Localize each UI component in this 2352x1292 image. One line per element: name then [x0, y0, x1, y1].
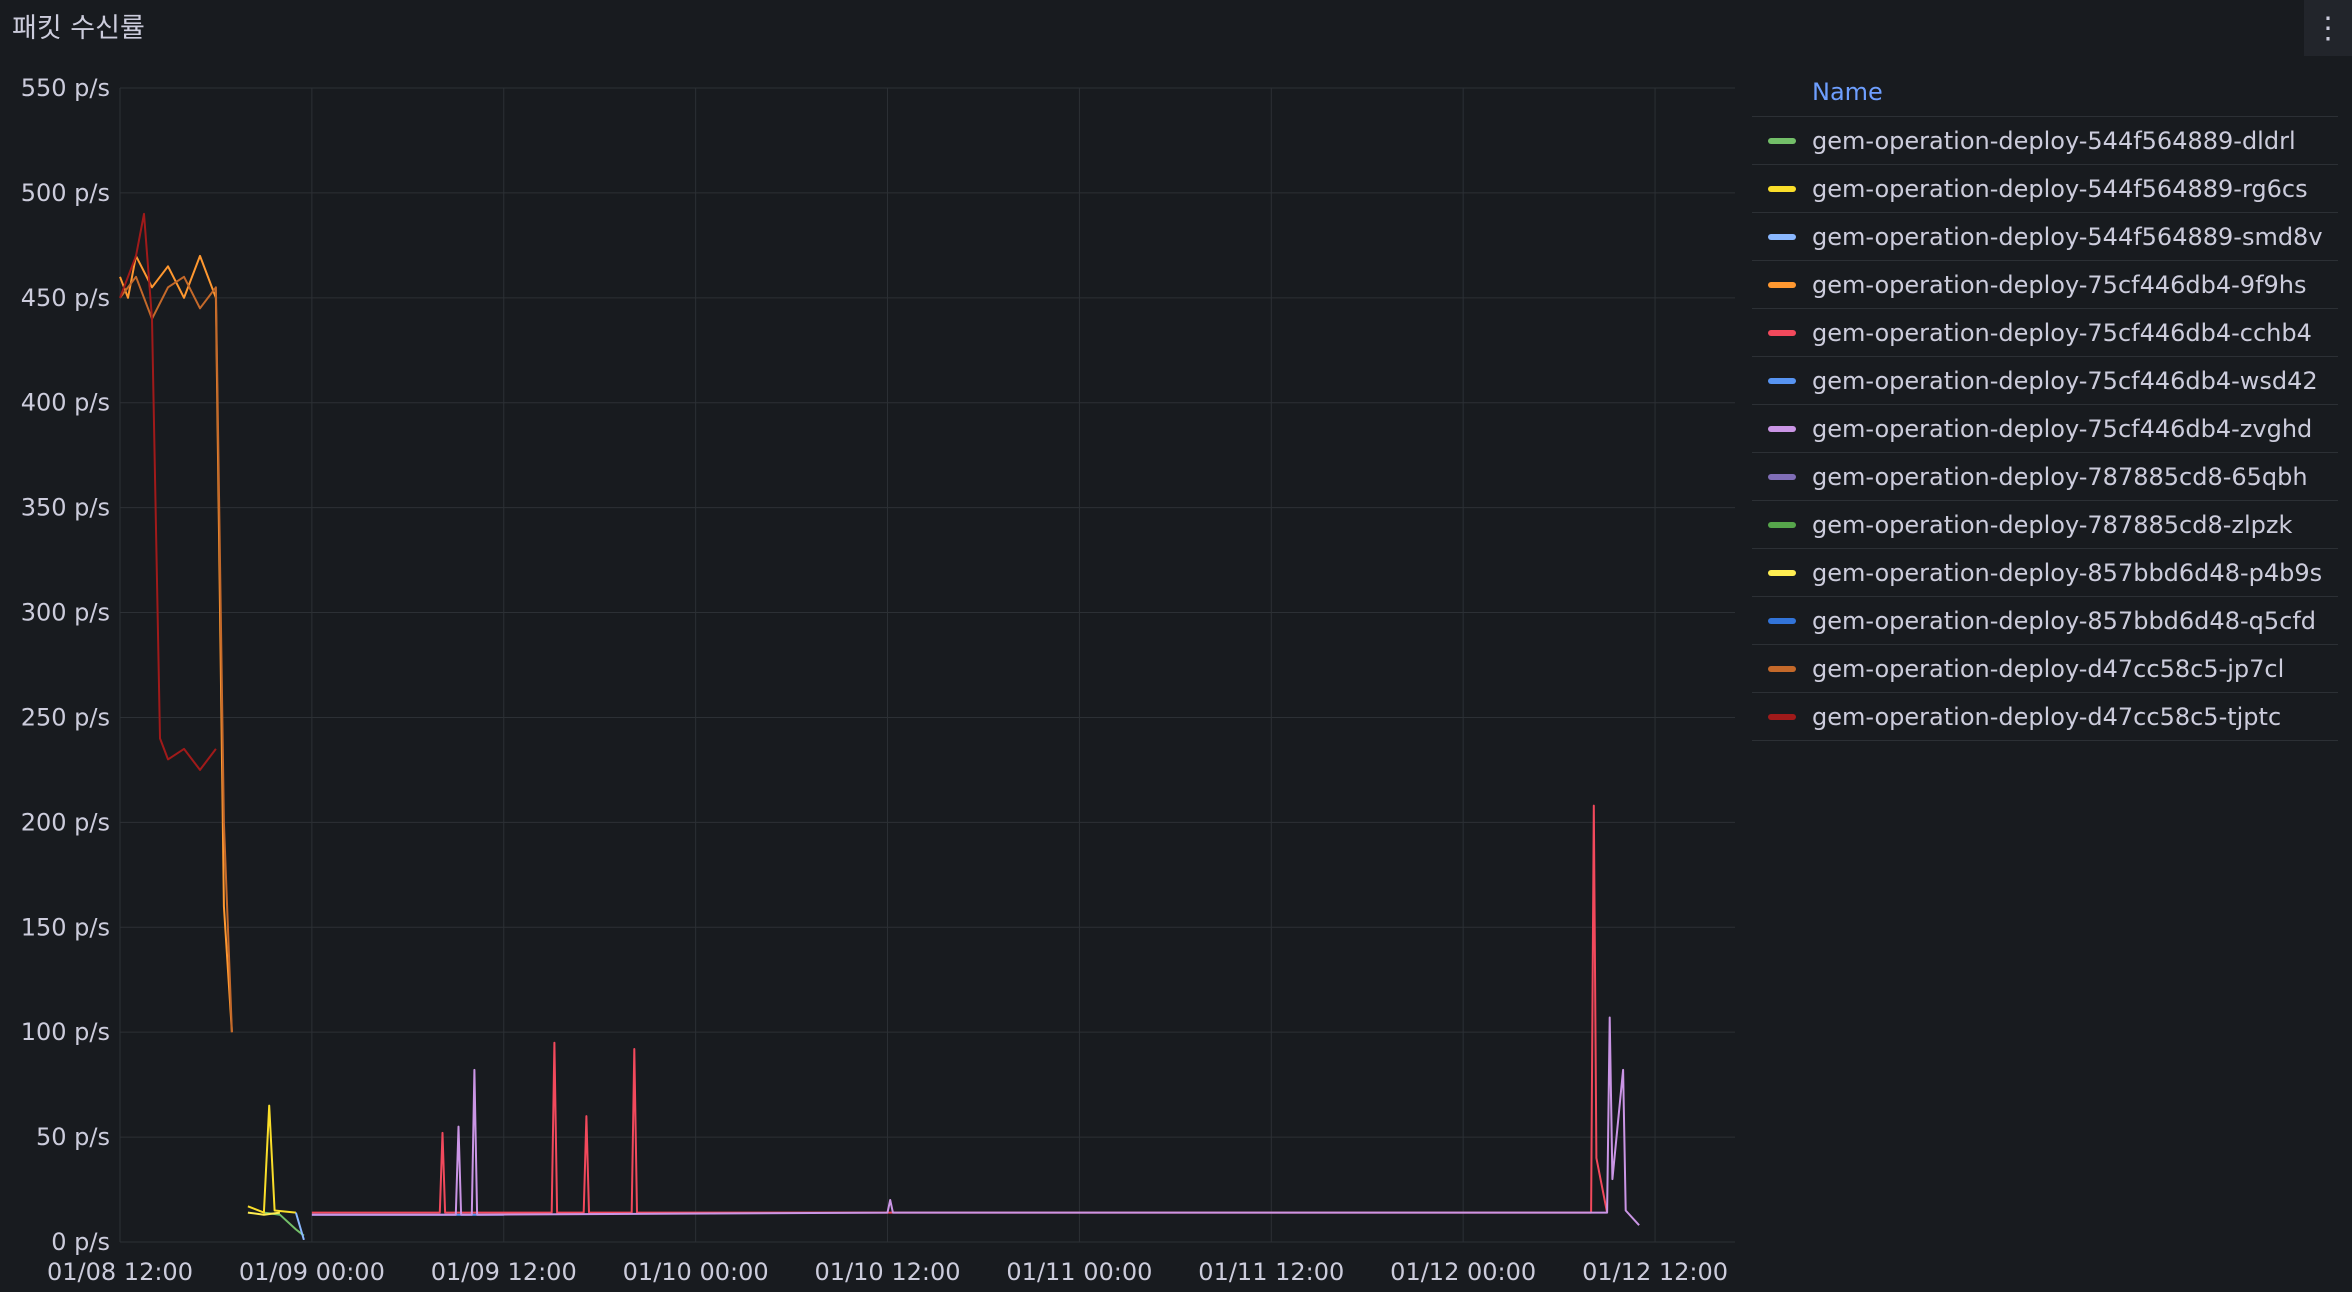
chart-grid: [119, 87, 1735, 1243]
y-tick-label: 450 p/s: [21, 284, 110, 312]
legend-item[interactable]: gem-operation-deploy-544f564889-dldrl: [1752, 117, 2338, 165]
legend-label: gem-operation-deploy-d47cc58c5-jp7cl: [1812, 654, 2285, 683]
legend-label: gem-operation-deploy-787885cd8-65qbh: [1812, 462, 2308, 491]
legend-item[interactable]: gem-operation-deploy-544f564889-rg6cs: [1752, 165, 2338, 213]
y-axis: 0 p/s 50 p/s 100 p/s 150 p/s 200 p/s 250 p/s 3…: [21, 74, 110, 1256]
legend-label: gem-operation-deploy-857bbd6d48-p4b9s: [1812, 558, 2323, 587]
y-tick-label: 250 p/s: [21, 703, 110, 731]
series-line: [311, 1016, 1640, 1226]
x-tick-label: 01/08 12:00: [47, 1258, 193, 1286]
legend-color-swatch: [1768, 665, 1796, 672]
legend-header[interactable]: Name: [1752, 68, 2338, 117]
legend-item[interactable]: gem-operation-deploy-d47cc58c5-tjptc: [1752, 693, 2338, 741]
panel-menu-button[interactable]: ⋮: [2304, 0, 2352, 56]
legend-color-swatch: [1768, 617, 1796, 624]
legend-label: gem-operation-deploy-d47cc58c5-tjptc: [1812, 702, 2282, 731]
legend-item[interactable]: gem-operation-deploy-857bbd6d48-q5cfd: [1752, 597, 2338, 645]
legend-label: gem-operation-deploy-75cf446db4-9f9hs: [1812, 270, 2307, 299]
y-tick-label: 500 p/s: [21, 179, 110, 207]
legend-item[interactable]: gem-operation-deploy-544f564889-smd8v: [1752, 213, 2338, 261]
x-tick-label: 01/10 00:00: [623, 1258, 769, 1286]
legend-label: gem-operation-deploy-75cf446db4-cchb4: [1812, 318, 2312, 347]
legend-item[interactable]: gem-operation-deploy-75cf446db4-9f9hs: [1752, 261, 2338, 309]
x-tick-label: 01/09 00:00: [239, 1258, 385, 1286]
legend-color-swatch: [1768, 137, 1796, 144]
x-tick-label: 01/10 12:00: [815, 1258, 961, 1286]
y-tick-label: 100 p/s: [21, 1018, 110, 1046]
legend-items: gem-operation-deploy-544f564889-dldrl gem…: [1752, 117, 2338, 741]
legend-color-swatch: [1768, 473, 1796, 480]
series-line: [119, 275, 233, 1033]
legend-label: gem-operation-deploy-857bbd6d48-q5cfd: [1812, 606, 2316, 635]
legend-label: gem-operation-deploy-75cf446db4-wsd42: [1812, 366, 2318, 395]
legend-label: gem-operation-deploy-544f564889-smd8v: [1812, 222, 2323, 251]
legend: Name gem-operation-deploy-544f564889-dld…: [1752, 68, 2338, 741]
legend-color-swatch: [1768, 185, 1796, 192]
legend-label: gem-operation-deploy-544f564889-dldrl: [1812, 126, 2296, 155]
legend-color-swatch: [1768, 521, 1796, 528]
legend-color-swatch: [1768, 713, 1796, 720]
y-tick-label: 350 p/s: [21, 494, 110, 522]
legend-color-swatch: [1768, 377, 1796, 384]
y-tick-label: 0 p/s: [51, 1228, 110, 1256]
legend-item[interactable]: gem-operation-deploy-857bbd6d48-p4b9s: [1752, 549, 2338, 597]
legend-item[interactable]: gem-operation-deploy-75cf446db4-zvghd: [1752, 405, 2338, 453]
x-tick-label: 01/12 00:00: [1390, 1258, 1536, 1286]
series-line: [119, 254, 233, 1033]
legend-color-swatch: [1768, 569, 1796, 576]
y-tick-label: 50 p/s: [36, 1123, 110, 1151]
y-tick-label: 150 p/s: [21, 913, 110, 941]
legend-item[interactable]: gem-operation-deploy-787885cd8-zlpzk: [1752, 501, 2338, 549]
legend-label: gem-operation-deploy-544f564889-rg6cs: [1812, 174, 2308, 203]
series-line: [311, 804, 1609, 1214]
legend-item[interactable]: gem-operation-deploy-75cf446db4-cchb4: [1752, 309, 2338, 357]
legend-label: gem-operation-deploy-75cf446db4-zvghd: [1812, 414, 2313, 443]
x-tick-label: 01/11 12:00: [1198, 1258, 1344, 1286]
x-axis: 01/08 12:00 01/09 00:00 01/09 12:00 01/10 0…: [47, 1258, 1728, 1286]
series-line: [119, 212, 217, 771]
x-tick-label: 01/11 00:00: [1006, 1258, 1152, 1286]
chart-series: [119, 212, 1640, 1241]
series-line: [294, 1212, 305, 1241]
legend-item[interactable]: gem-operation-deploy-75cf446db4-wsd42: [1752, 357, 2338, 405]
legend-label: gem-operation-deploy-787885cd8-zlpzk: [1812, 510, 2293, 539]
line-chart: 0 p/s 50 p/s 100 p/s 150 p/s 200 p/s 250 p/s 3…: [21, 74, 1735, 1286]
x-tick-label: 01/12 12:00: [1582, 1258, 1728, 1286]
legend-color-swatch: [1768, 281, 1796, 288]
panel-title: 패킷 수신률: [12, 13, 145, 44]
legend-item[interactable]: gem-operation-deploy-787885cd8-65qbh: [1752, 453, 2338, 501]
y-tick-label: 400 p/s: [21, 389, 110, 417]
vertical-ellipsis-icon: ⋮: [2313, 11, 2343, 45]
legend-color-swatch: [1768, 329, 1796, 336]
y-tick-label: 300 p/s: [21, 599, 110, 627]
legend-color-swatch: [1768, 425, 1796, 432]
series-line: [247, 1104, 296, 1214]
legend-item[interactable]: gem-operation-deploy-d47cc58c5-jp7cl: [1752, 645, 2338, 693]
y-tick-label: 550 p/s: [21, 74, 110, 102]
legend-color-swatch: [1768, 233, 1796, 240]
x-tick-label: 01/09 12:00: [431, 1258, 577, 1286]
y-tick-label: 200 p/s: [21, 808, 110, 836]
